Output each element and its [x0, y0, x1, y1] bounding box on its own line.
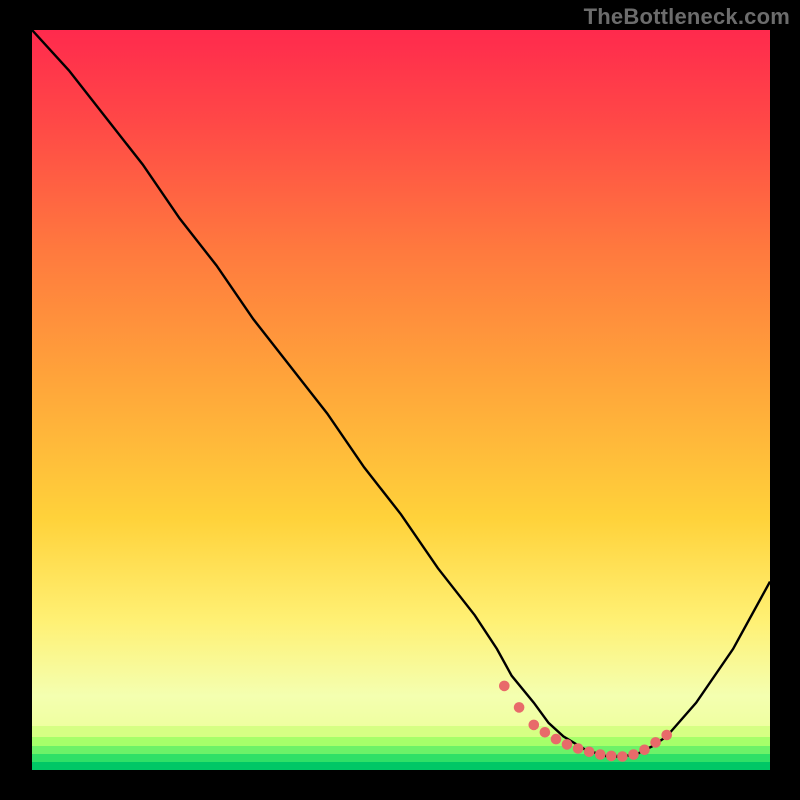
dot [628, 749, 639, 760]
dot [639, 745, 650, 756]
stripe-5 [32, 762, 770, 770]
dot [562, 739, 573, 750]
dot [573, 743, 584, 754]
dot [617, 751, 628, 762]
stripe-1 [32, 726, 770, 737]
dot [606, 751, 617, 762]
dot [540, 727, 551, 738]
plot-area [32, 30, 770, 770]
chart-svg [0, 0, 800, 800]
dot [529, 720, 540, 731]
chart-stage: TheBottleneck.com [0, 0, 800, 800]
dot [595, 749, 606, 760]
stripe-4 [32, 754, 770, 762]
gradient-bg [32, 30, 770, 770]
watermark-text: TheBottleneck.com [584, 4, 790, 30]
dot [514, 702, 525, 713]
dot [551, 734, 562, 745]
stripe-3 [32, 746, 770, 754]
dot [661, 730, 672, 741]
dot [584, 747, 595, 758]
dot [650, 737, 661, 748]
dot [499, 681, 510, 692]
